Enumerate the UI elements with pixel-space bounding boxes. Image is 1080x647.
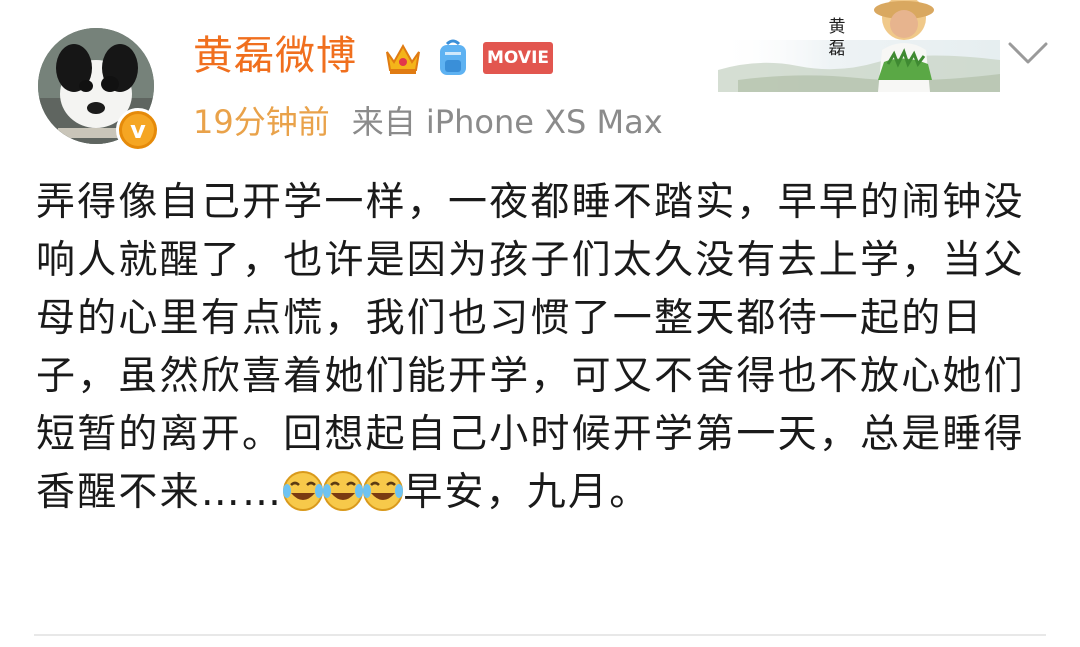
post-text-main: 弄得像自己开学一样，一夜都睡不踏实，早早的闹钟没响人就醒了，也许是因为孩子们太久…	[36, 180, 1025, 515]
post-source: 来自 iPhone XS Max	[351, 103, 663, 141]
weibo-post: v 黄磊微博 MOVIE 19分钟前 来自 iPhone XS Max 黄 磊 …	[0, 0, 1080, 647]
emoji-group	[283, 470, 404, 515]
post-text-end: 早安，九月。	[403, 470, 651, 515]
crown-icon[interactable]	[383, 38, 423, 78]
laugh-cry-emoji	[363, 471, 404, 511]
cover-banner-image[interactable]	[718, 0, 1000, 92]
divider	[34, 634, 1046, 636]
author-avatar[interactable]: v	[38, 28, 160, 152]
laugh-cry-emoji	[283, 471, 324, 511]
author-badges: MOVIE	[383, 34, 554, 82]
author-name[interactable]: 黄磊微博	[193, 30, 357, 82]
post-time: 19分钟前	[193, 103, 330, 141]
post-meta: 19分钟前 来自 iPhone XS Max	[193, 100, 663, 144]
backpack-icon[interactable]	[435, 38, 471, 78]
verified-badge: v	[116, 108, 160, 152]
laugh-cry-emoji	[323, 471, 364, 511]
movie-icon[interactable]: MOVIE	[483, 42, 554, 74]
chevron-down-icon[interactable]	[1006, 40, 1050, 68]
post-content: 弄得像自己开学一样，一夜都睡不踏实，早早的闹钟没响人就醒了，也许是因为孩子们太久…	[36, 174, 1036, 522]
cover-name-label: 黄 磊	[828, 17, 846, 59]
